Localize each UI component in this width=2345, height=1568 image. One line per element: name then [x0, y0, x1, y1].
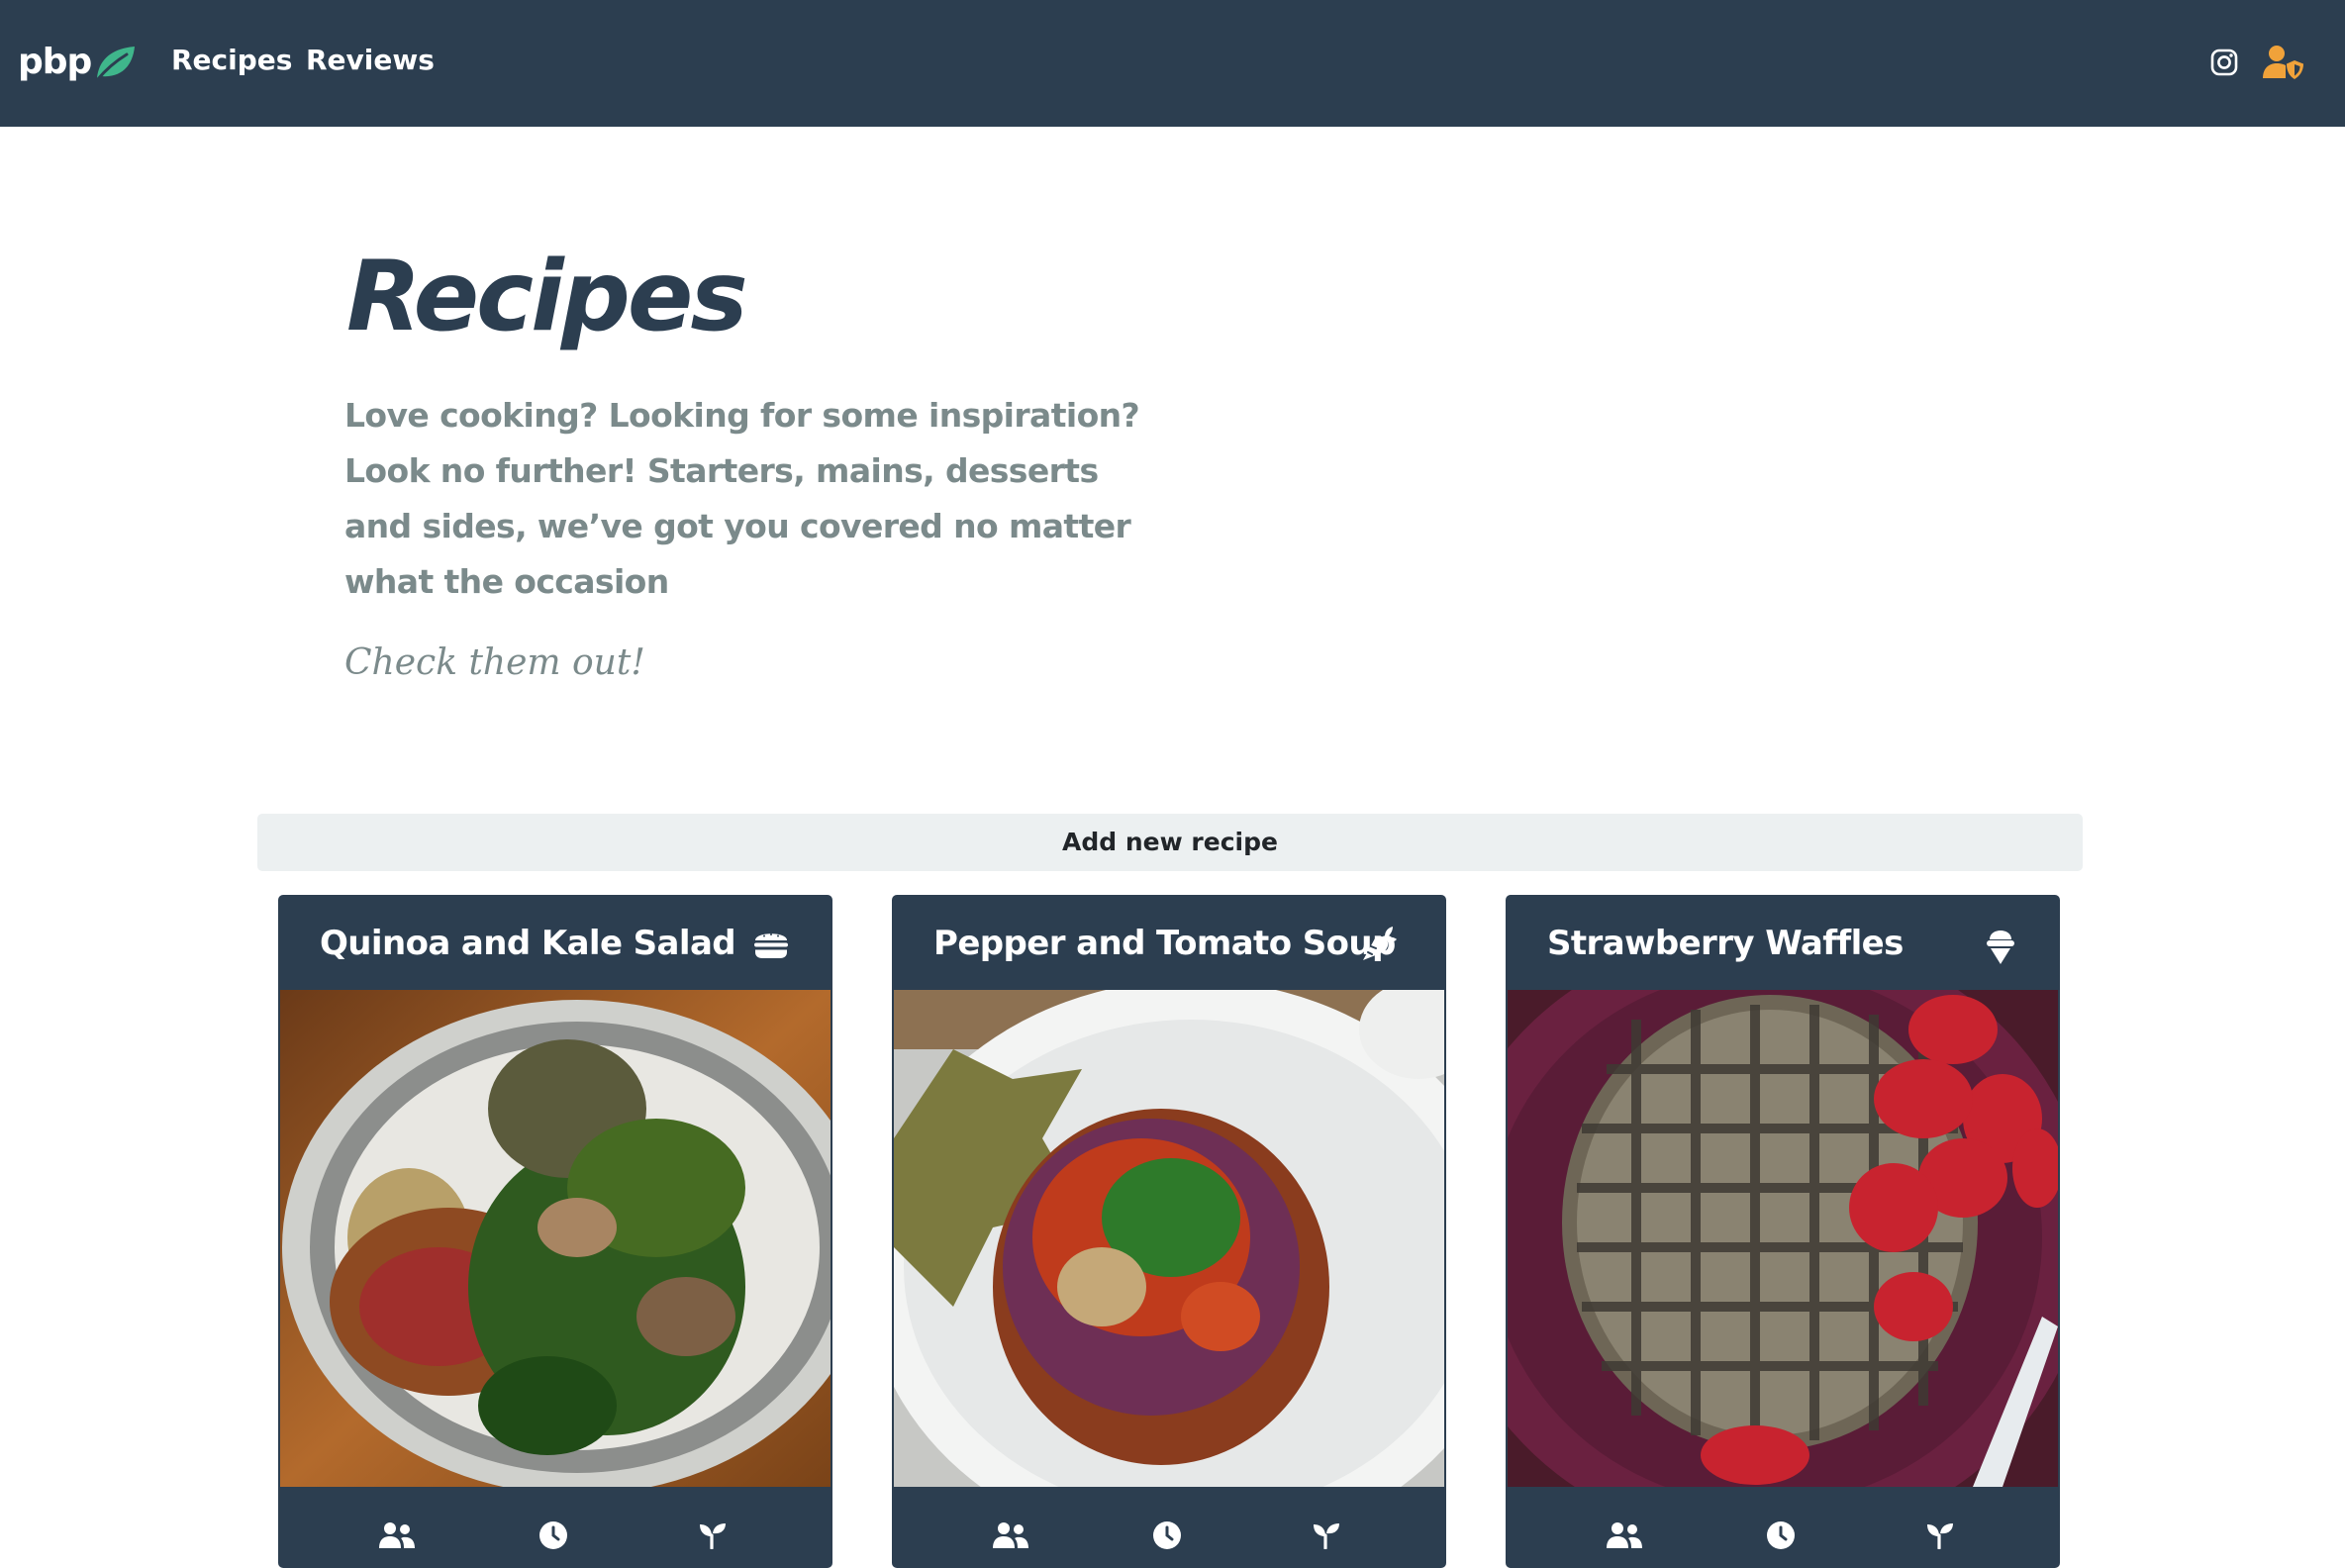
users-icon: [377, 1519, 417, 1552]
recipe-card-strawberry-waffles[interactable]: Strawberry Waffles: [1506, 895, 2060, 1568]
brand-name: pbp: [18, 42, 92, 82]
leaf-icon: [93, 41, 137, 84]
recipe-card-title: Quinoa and Kale Salad: [320, 924, 736, 963]
page-title: Recipes: [346, 241, 748, 353]
recipe-photo-waffles: [1508, 990, 2058, 1487]
clock-icon: [1147, 1519, 1187, 1552]
page-cta-text: Check them out!: [344, 642, 645, 683]
recipe-photo-soup: [894, 990, 1444, 1487]
seedling-icon: [1920, 1519, 1960, 1552]
recipe-card-header: Quinoa and Kale Salad: [278, 895, 832, 990]
recipe-photo-salad: [280, 990, 831, 1487]
recipe-card-footer: [1506, 1487, 2060, 1568]
recipe-card-pepper-and-tomato-soup[interactable]: Pepper and Tomato Soup: [892, 895, 1446, 1568]
users-icon: [1605, 1519, 1644, 1552]
recipe-card-quinoa-and-kale-salad[interactable]: Quinoa and Kale Salad: [278, 895, 832, 1568]
page-intro: Love cooking? Looking for some inspirati…: [344, 396, 1140, 601]
carrot-icon: [1357, 923, 1401, 966]
user-shield-icon[interactable]: [2261, 40, 2306, 85]
recipe-card-footer: [892, 1487, 1446, 1568]
recipe-card-footer: [278, 1487, 832, 1568]
ice-cream-icon: [1979, 923, 2022, 966]
recipe-card-header: Pepper and Tomato Soup: [892, 895, 1446, 990]
recipe-card-title: Pepper and Tomato Soup: [933, 924, 1396, 963]
recipe-card-title: Strawberry Waffles: [1547, 924, 1904, 963]
recipe-card-header: Strawberry Waffles: [1506, 895, 2060, 990]
nav-link-reviews[interactable]: Reviews: [306, 38, 435, 83]
add-new-recipe-button[interactable]: Add new recipe: [257, 814, 2083, 871]
seedling-icon: [693, 1519, 733, 1552]
clock-icon: [1761, 1519, 1801, 1552]
brand-logo[interactable]: pbp: [18, 38, 137, 87]
burger-icon: [749, 923, 793, 966]
navbar: pbp Recipes Reviews: [0, 0, 2345, 127]
seedling-icon: [1307, 1519, 1346, 1552]
clock-icon: [534, 1519, 573, 1552]
nav-link-recipes[interactable]: Recipes: [171, 38, 292, 83]
users-icon: [991, 1519, 1030, 1552]
instagram-icon[interactable]: [2201, 40, 2247, 85]
